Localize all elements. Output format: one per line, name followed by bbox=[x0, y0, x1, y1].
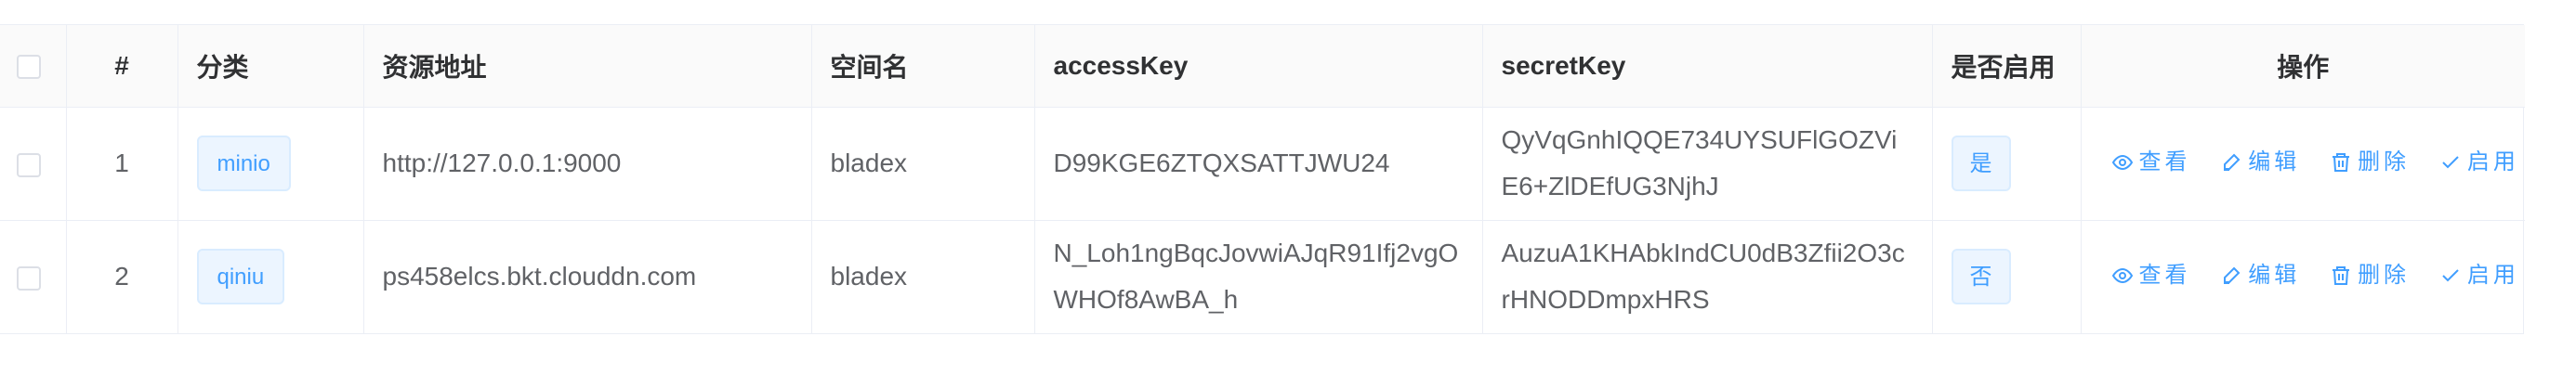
enabled-cell: 否 bbox=[1932, 220, 2082, 333]
edit-button[interactable]: 编辑 bbox=[2220, 139, 2300, 186]
access-key-cell: D99KGE6ZTQXSATTJWU24 bbox=[1034, 107, 1483, 221]
edit-icon bbox=[2224, 266, 2241, 284]
endpoint-cell: ps458elcs.bkt.clouddn.com bbox=[363, 220, 812, 333]
trash-icon bbox=[2333, 265, 2350, 285]
header-enabled: 是否启用 bbox=[1932, 25, 2082, 108]
delete-button[interactable]: 删除 bbox=[2330, 139, 2410, 186]
view-label: 查看 bbox=[2138, 262, 2191, 288]
header-bucket: 空间名 bbox=[811, 25, 1035, 108]
row-checkbox[interactable] bbox=[16, 265, 41, 291]
bucket-cell: bladex bbox=[811, 220, 1035, 333]
row-select-cell bbox=[0, 220, 67, 333]
select-all-cell bbox=[0, 25, 67, 108]
enabled-tag: 否 bbox=[1951, 249, 2011, 305]
eye-icon bbox=[2111, 154, 2133, 170]
row-checkbox[interactable] bbox=[16, 152, 41, 177]
select-all-checkbox[interactable] bbox=[16, 55, 41, 80]
check-icon bbox=[2442, 155, 2459, 168]
category-cell: qiniu bbox=[177, 220, 364, 333]
header-actions: 操作 bbox=[2081, 25, 2525, 108]
header-index: # bbox=[66, 25, 178, 108]
header-access-key: accessKey bbox=[1034, 25, 1483, 108]
delete-button[interactable]: 删除 bbox=[2330, 252, 2410, 299]
row-index: 1 bbox=[66, 107, 178, 221]
view-label: 查看 bbox=[2138, 149, 2191, 175]
edit-icon bbox=[2224, 153, 2241, 171]
view-button[interactable]: 查看 bbox=[2111, 252, 2191, 299]
row-index: 2 bbox=[66, 220, 178, 333]
enabled-tag: 是 bbox=[1951, 136, 2011, 191]
edit-label: 编辑 bbox=[2248, 149, 2301, 175]
row-select-cell bbox=[0, 107, 67, 221]
edit-label: 编辑 bbox=[2248, 262, 2301, 288]
category-tag: qiniu bbox=[196, 249, 285, 305]
enable-label: 启用 bbox=[2466, 149, 2519, 175]
enable-button[interactable]: 启用 bbox=[2439, 139, 2519, 186]
table-row: 2 qiniu ps458elcs.bkt.clouddn.com bladex… bbox=[0, 220, 2525, 333]
check-icon bbox=[2442, 269, 2459, 282]
category-cell: minio bbox=[177, 107, 364, 221]
table-header-row: # 分类 资源地址 空间名 accessKey secretKey 是否启用 操… bbox=[0, 25, 2525, 108]
delete-label: 删除 bbox=[2358, 149, 2411, 175]
actions-cell: 查看 编辑 删除 启用 bbox=[2081, 220, 2525, 333]
enable-button[interactable]: 启用 bbox=[2439, 252, 2519, 299]
edit-button[interactable]: 编辑 bbox=[2220, 252, 2300, 299]
header-category: 分类 bbox=[177, 25, 364, 108]
actions-cell: 查看 编辑 删除 启用 bbox=[2081, 107, 2525, 221]
oss-config-table: # 分类 资源地址 空间名 accessKey secretKey 是否启用 操… bbox=[0, 24, 2525, 334]
trash-icon bbox=[2333, 152, 2350, 172]
enabled-cell: 是 bbox=[1932, 107, 2082, 221]
endpoint-cell: http://127.0.0.1:9000 bbox=[363, 107, 812, 221]
view-button[interactable]: 查看 bbox=[2111, 139, 2191, 186]
eye-icon bbox=[2111, 267, 2133, 283]
secret-key-cell: AuzuA1KHAbkIndCU0dB3Zfii2O3crHNODDmpxHRS bbox=[1482, 220, 1933, 333]
bucket-cell: bladex bbox=[811, 107, 1035, 221]
category-tag: minio bbox=[196, 136, 291, 191]
header-endpoint: 资源地址 bbox=[363, 25, 812, 108]
header-secret-key: secretKey bbox=[1482, 25, 1933, 108]
access-key-cell: N_Loh1ngBqcJovwiAJqR91Ifj2vgOWHOf8AwBA_h bbox=[1034, 220, 1483, 333]
table-row: 1 minio http://127.0.0.1:9000 bladex D99… bbox=[0, 107, 2525, 221]
delete-label: 删除 bbox=[2358, 262, 2411, 288]
secret-key-cell: QyVqGnhIQQE734UYSUFlGOZViE6+ZlDEfUG3NjhJ bbox=[1482, 107, 1933, 221]
enable-label: 启用 bbox=[2466, 262, 2519, 288]
